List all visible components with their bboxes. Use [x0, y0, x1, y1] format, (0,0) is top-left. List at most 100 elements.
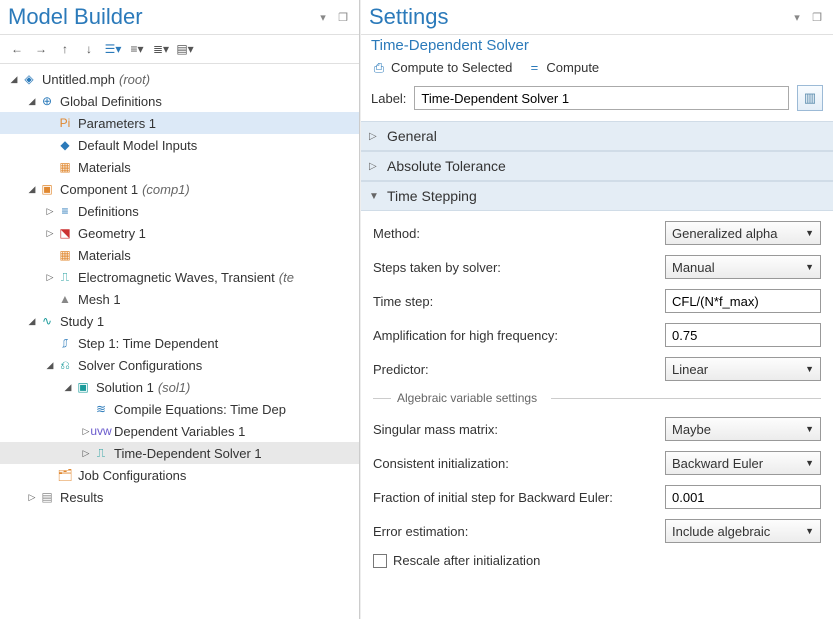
rescale-label: Rescale after initialization: [393, 553, 540, 568]
compile-icon: ≋: [92, 401, 110, 417]
expander-icon[interactable]: ◢: [62, 382, 74, 393]
tree-step1[interactable]: ⎎ Step 1: Time Dependent: [0, 332, 359, 354]
dropdown-arrow-icon: ▼: [805, 364, 814, 374]
results-icon: ▤: [38, 489, 56, 505]
dropdown-arrow-icon: ▼: [805, 424, 814, 434]
tree-model-inputs[interactable]: ◆ Default Model Inputs: [0, 134, 359, 156]
materials-icon: ▦: [56, 159, 74, 175]
create-selection-button[interactable]: ▥: [797, 85, 823, 111]
tree-materials-global[interactable]: ▦ Materials: [0, 156, 359, 178]
rescale-checkbox[interactable]: [373, 554, 387, 568]
label-field-label: Label:: [371, 91, 406, 106]
compute-to-selected-button[interactable]: ⎙ Compute to Selected: [371, 60, 512, 75]
expander-icon[interactable]: ▷: [44, 272, 56, 283]
job-icon: 🗂: [56, 467, 74, 483]
expander-icon[interactable]: ◢: [26, 96, 38, 107]
tree-results[interactable]: ▷ ▤ Results: [0, 486, 359, 508]
section-abs-tolerance[interactable]: ▷ Absolute Tolerance: [361, 151, 833, 181]
amp-input[interactable]: [665, 323, 821, 347]
physics-icon: ⎍: [56, 269, 74, 285]
chevron-right-icon: ▷: [369, 131, 379, 142]
model-builder-panel: Model Builder ▾ ❐ ← → ↑ ↓ ☰▾ ≡▾ ≣▾ ▤▾ ◢ …: [0, 0, 360, 619]
tree-parameters[interactable]: Pi Parameters 1: [0, 112, 359, 134]
tree-mesh[interactable]: ▲ Mesh 1: [0, 288, 359, 310]
tree-job-configs[interactable]: 🗂 Job Configurations: [0, 464, 359, 486]
section-general[interactable]: ▷ General: [361, 121, 833, 151]
globe-icon: ⊕: [38, 93, 56, 109]
panel-detach-icon[interactable]: ❐: [335, 9, 351, 25]
model-tree[interactable]: ◢ ◈ Untitled.mph (root) ◢ ⊕ Global Defin…: [0, 64, 359, 619]
materials-icon: ▦: [56, 247, 74, 263]
tree-td-solver[interactable]: ▷ ⎍ Time-Dependent Solver 1: [0, 442, 359, 464]
expander-icon[interactable]: ▷: [44, 206, 56, 217]
nav-back-button[interactable]: ←: [6, 39, 28, 59]
tree-materials-comp[interactable]: ▦ Materials: [0, 244, 359, 266]
fraction-input[interactable]: [665, 485, 821, 509]
collapse-button[interactable]: ≡▾: [126, 39, 148, 59]
tree-emw[interactable]: ▷ ⎍ Electromagnetic Waves, Transient (te: [0, 266, 359, 288]
steps-select[interactable]: Manual▼: [665, 255, 821, 279]
expand-button[interactable]: ≣▾: [150, 39, 172, 59]
tree-solution[interactable]: ◢ ▣ Solution 1 (sol1): [0, 376, 359, 398]
compute-button[interactable]: = Compute: [526, 60, 599, 75]
model-builder-header: Model Builder ▾ ❐: [0, 0, 359, 35]
error-est-label: Error estimation:: [373, 524, 468, 539]
tree-dep-vars[interactable]: ▷ uvw Dependent Variables 1: [0, 420, 359, 442]
dropdown-arrow-icon: ▼: [805, 262, 814, 272]
singular-select[interactable]: Maybe▼: [665, 417, 821, 441]
inputs-icon: ◆: [56, 137, 74, 153]
chevron-down-icon: ▼: [369, 191, 379, 202]
definitions-icon: ≡: [56, 203, 74, 219]
step-icon: ⎎: [56, 335, 74, 351]
model-icon: ◈: [20, 71, 38, 87]
nav-forward-button[interactable]: →: [30, 39, 52, 59]
section-time-stepping[interactable]: ▼ Time Stepping: [361, 181, 833, 211]
expander-icon[interactable]: ◢: [8, 74, 20, 85]
time-step-label: Time step:: [373, 294, 433, 309]
expander-icon[interactable]: ◢: [26, 316, 38, 327]
panel-menu-icon[interactable]: ▾: [789, 9, 805, 25]
algebraic-subsection: Algebraic variable settings: [373, 391, 821, 405]
solver-config-icon: ⎌: [56, 357, 74, 373]
singular-label: Singular mass matrix:: [373, 422, 498, 437]
tree-compile-eq[interactable]: ≋ Compile Equations: Time Dep: [0, 398, 359, 420]
expander-icon[interactable]: ▷: [26, 492, 38, 503]
tree-root[interactable]: ◢ ◈ Untitled.mph (root): [0, 68, 359, 90]
geometry-icon: ⬔: [56, 225, 74, 241]
expander-icon[interactable]: ◢: [44, 360, 56, 371]
predictor-select[interactable]: Linear▼: [665, 357, 821, 381]
tree-options-button[interactable]: ▤▾: [174, 39, 196, 59]
panel-detach-icon[interactable]: ❐: [809, 9, 825, 25]
method-select[interactable]: Generalized alpha▼: [665, 221, 821, 245]
time-stepping-body: Method: Generalized alpha▼ Steps taken b…: [371, 211, 823, 580]
settings-header: Settings ▾ ❐: [361, 0, 833, 35]
label-input[interactable]: [414, 86, 789, 110]
tree-solver-configs[interactable]: ◢ ⎌ Solver Configurations: [0, 354, 359, 376]
error-est-select[interactable]: Include algebraic▼: [665, 519, 821, 543]
compute-icon: =: [526, 61, 542, 75]
solver-icon: ⎍: [92, 445, 110, 461]
expander-icon[interactable]: ▷: [44, 228, 56, 239]
expander-icon[interactable]: ▷: [80, 448, 92, 459]
variables-icon: uvw: [92, 423, 110, 439]
steps-label: Steps taken by solver:: [373, 260, 501, 275]
tree-definitions[interactable]: ▷ ≡ Definitions: [0, 200, 359, 222]
model-builder-title: Model Builder: [8, 4, 143, 30]
time-step-input[interactable]: [665, 289, 821, 313]
nav-down-button[interactable]: ↓: [78, 39, 100, 59]
show-more-button[interactable]: ☰▾: [102, 39, 124, 59]
model-builder-toolbar: ← → ↑ ↓ ☰▾ ≡▾ ≣▾ ▤▾: [0, 35, 359, 64]
dropdown-arrow-icon: ▼: [805, 458, 814, 468]
tree-global-definitions[interactable]: ◢ ⊕ Global Definitions: [0, 90, 359, 112]
predictor-label: Predictor:: [373, 362, 429, 377]
expander-icon[interactable]: ◢: [26, 184, 38, 195]
consistent-select[interactable]: Backward Euler▼: [665, 451, 821, 475]
tree-component[interactable]: ◢ ▣ Component 1 (comp1): [0, 178, 359, 200]
rescale-row: Rescale after initialization: [373, 553, 821, 568]
panel-menu-icon[interactable]: ▾: [315, 9, 331, 25]
chevron-right-icon: ▷: [369, 161, 379, 172]
settings-panel: Settings ▾ ❐ Time-Dependent Solver ⎙ Com…: [360, 0, 833, 619]
nav-up-button[interactable]: ↑: [54, 39, 76, 59]
tree-geometry[interactable]: ▷ ⬔ Geometry 1: [0, 222, 359, 244]
tree-study[interactable]: ◢ ∿ Study 1: [0, 310, 359, 332]
